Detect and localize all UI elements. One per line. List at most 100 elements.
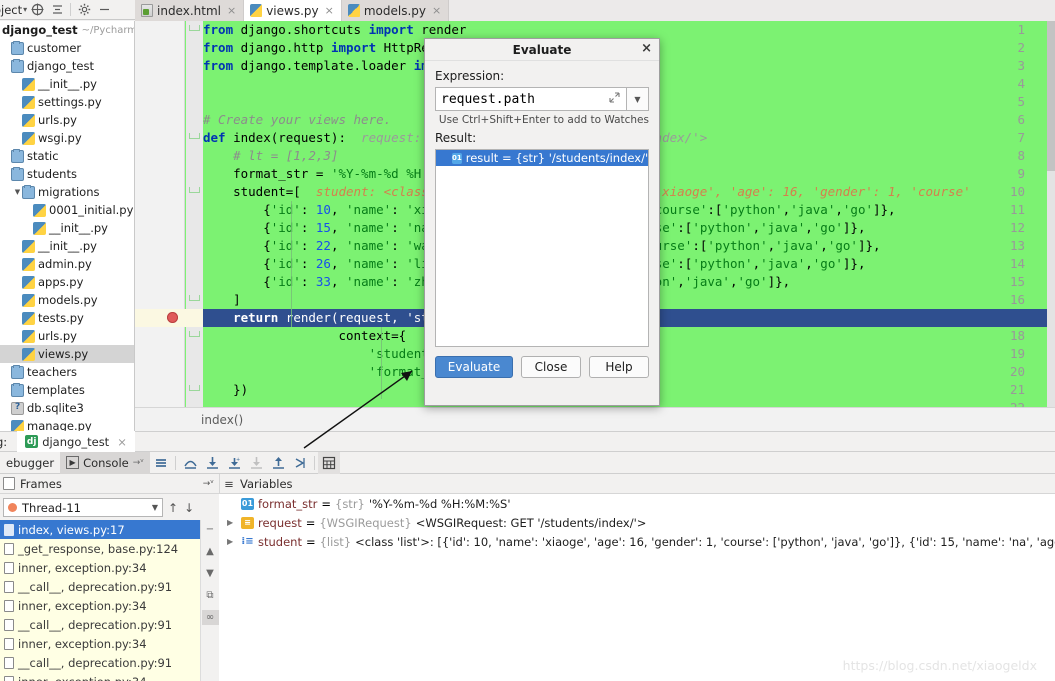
step-over-icon[interactable] [179,452,201,474]
frame-row[interactable]: inner, exception.py:34 [0,634,200,653]
editor-gutter[interactable] [135,21,185,407]
minimize-icon[interactable] [94,0,114,20]
code-fold-marker[interactable] [189,133,200,144]
chevron-right-icon[interactable]: ▶ [227,537,237,546]
editor-fold-gutter[interactable] [186,21,203,407]
code-fold-marker[interactable] [189,385,200,396]
tree-item-db-sqlite3[interactable]: db.sqlite3 [0,399,134,417]
frame-row[interactable]: inner, exception.py:34 [0,558,200,577]
close-icon[interactable]: × [325,4,334,17]
tree-item-wsgi-py[interactable]: wsgi.py [0,129,134,147]
tab-index-html[interactable]: index.html × [135,0,245,21]
evaluate-dialog[interactable]: Evaluate × Expression: request.path ▼ Us… [424,38,660,406]
close-icon[interactable]: × [227,4,236,17]
tree-item--init-py[interactable]: __init__.py [0,237,134,255]
variables-list[interactable]: 01 format_str = {str} '%Y-%m-%d %H:%M:%S' ▶ ≡ r… [219,494,1055,681]
tree-item-migrations[interactable]: ▼ migrations [0,183,134,201]
python-file-icon [22,257,35,271]
project-tree[interactable]: django_test ~/PycharmPr customer django_t… [0,21,135,431]
run-to-cursor-icon[interactable] [289,452,311,474]
tree-item--init-py[interactable]: __init__.py [0,75,134,93]
tab-views-py[interactable]: views.py × [244,0,342,21]
frame-row[interactable]: inner, exception.py:34 [0,596,200,615]
tree-item-customer[interactable]: customer [0,39,134,57]
show-frames-icon[interactable] [150,452,172,474]
code-fold-marker[interactable] [189,187,200,198]
chevron-down-icon[interactable]: ▼ [13,188,22,196]
collapse-all-icon[interactable] [47,0,67,20]
variable-row[interactable]: ▶ ≡ request = {WSGIRequest} <WSGIRequest: GET… [219,513,1055,532]
tree-item-apps-py[interactable]: apps.py [0,273,134,291]
variable-type: {str} [335,496,365,511]
tree-item-settings-py[interactable]: settings.py [0,93,134,111]
frame-row[interactable]: _get_response, base.py:124 [0,539,200,558]
force-step-into-icon[interactable]: + [223,452,245,474]
code-fold-marker[interactable] [189,331,200,342]
run-config-tab[interactable]: dj django_test × [17,431,135,452]
evaluate-expression-icon[interactable] [318,451,341,474]
close-button[interactable]: Close [521,356,581,378]
frames-list[interactable]: index, views.py:17 _get_response, base.py… [0,520,200,681]
frame-up-icon[interactable]: ↑ [168,501,178,515]
tree-item-0001-initial-py[interactable]: 0001_initial.py [0,201,134,219]
result-box[interactable]: 01 result = {str} '/students/index/' [435,149,649,347]
tree-item-urls-py[interactable]: urls.py [0,327,134,345]
remove-icon[interactable]: − [202,522,219,537]
close-icon[interactable]: × [432,4,441,17]
move-down-icon[interactable]: ▼ [202,566,219,581]
tree-root-row[interactable]: django_test ~/PycharmPr [0,21,134,39]
tab-label: models.py [363,3,426,18]
close-icon[interactable]: × [117,435,127,449]
chevron-down-icon[interactable]: ▼ [152,503,158,512]
watches-icon[interactable]: ∞ [201,610,219,625]
target-icon[interactable] [27,0,47,20]
pin-icon[interactable]: →ᵛ [133,458,144,468]
breakpoint-marker[interactable] [167,312,178,323]
variable-row[interactable]: ▶ ⁞≡ student = {list} <class 'list'>: [{'id':… [219,532,1055,551]
evaluate-button[interactable]: Evaluate [435,356,513,378]
pin-icon[interactable]: →ᵛ [203,479,214,489]
code-fold-marker[interactable] [189,25,200,36]
chevron-right-icon[interactable]: ▶ [227,518,237,527]
copy-icon[interactable]: ⧉ [202,588,219,603]
tree-item-static[interactable]: static [0,147,134,165]
tree-item-label: teachers [27,365,78,379]
project-tool-label[interactable]: oject [0,3,22,17]
expand-editor-icon[interactable] [609,92,624,106]
frame-row[interactable]: __call__, deprecation.py:91 [0,577,200,596]
frame-down-icon[interactable]: ↓ [184,501,194,515]
settings-gear-icon[interactable] [74,0,94,20]
frame-row[interactable]: __call__, deprecation.py:91 [0,653,200,672]
tree-item-models-py[interactable]: models.py [0,291,134,309]
chevron-down-icon[interactable]: ▼ [627,87,649,111]
tab-models-py[interactable]: models.py × [341,0,450,21]
tree-item-tests-py[interactable]: tests.py [0,309,134,327]
frame-row[interactable]: __call__, deprecation.py:91 [0,615,200,634]
code-line[interactable]: from django.shortcuts import render [203,21,1055,39]
tree-item-views-py[interactable]: views.py [0,345,134,363]
tree-item-django-test[interactable]: django_test [0,57,134,75]
tree-item-students[interactable]: students [0,165,134,183]
frame-row[interactable]: index, views.py:17 [0,520,200,539]
tree-item--init-py[interactable]: __init__.py [0,219,134,237]
code-fold-marker[interactable] [189,295,200,306]
help-button[interactable]: Help [589,356,649,378]
editor-vertical-scrollbar[interactable] [1047,21,1055,407]
thread-selector[interactable]: Thread-11 ▼ [3,498,163,517]
tab-console[interactable]: ▶ Console →ᵛ [60,451,151,474]
tree-item-urls-py[interactable]: urls.py [0,111,134,129]
frame-row[interactable]: inner, exception.py:34 [0,672,200,681]
expression-input[interactable]: request.path [435,87,627,111]
close-icon[interactable]: × [641,41,652,56]
tree-item-manage-py[interactable]: manage.py [0,417,134,431]
variable-row[interactable]: 01 format_str = {str} '%Y-%m-%d %H:%M:%S' [219,494,1055,513]
result-row[interactable]: 01 result = {str} '/students/index/' [436,150,648,166]
tree-item-teachers[interactable]: teachers [0,363,134,381]
tab-debugger[interactable]: ebugger [0,452,60,474]
step-out-icon[interactable] [267,452,289,474]
tree-item-admin-py[interactable]: admin.py [0,255,134,273]
step-into-icon[interactable] [201,452,223,474]
breadcrumb[interactable]: index() [135,407,1055,431]
tree-item-templates[interactable]: templates [0,381,134,399]
move-up-icon[interactable]: ▲ [202,544,219,559]
